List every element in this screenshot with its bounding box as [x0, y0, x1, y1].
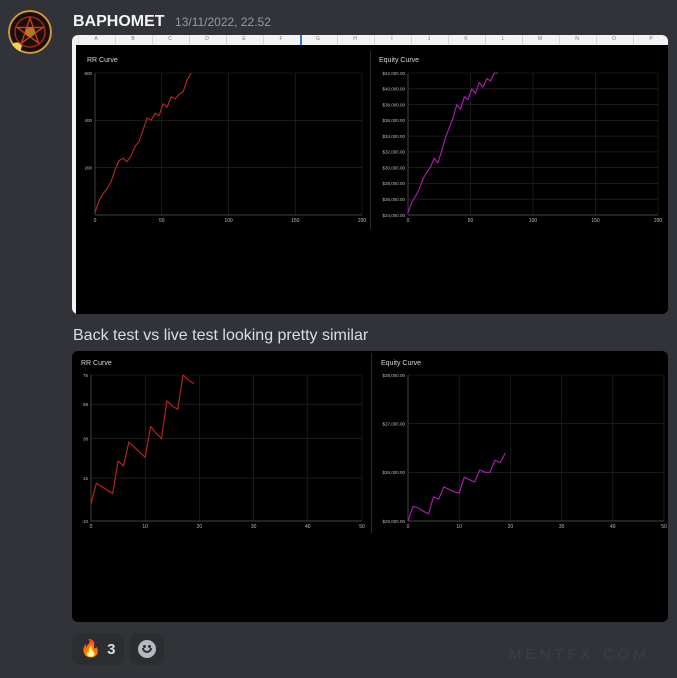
x-tick-label: 10: [456, 524, 462, 530]
x-tick-label: 40: [610, 524, 616, 530]
y-tick-label: $28,000.00: [382, 181, 405, 186]
equity-curve-chart: 0 10 20 30 40 50 $25,000.00 $26,000.00 $27,000.0…: [382, 373, 667, 530]
y-tick-label: $24,000.00: [382, 213, 405, 218]
image-attachment-livetest[interactable]: RR Curve Equity Curve 0 10 20 30 40 50 -10 15 38…: [72, 351, 668, 622]
username[interactable]: BAPHOMET: [73, 13, 165, 30]
watermark: MENTFX.COM: [509, 646, 650, 663]
series-line: [407, 72, 498, 213]
y-tick-label: $30,000.00: [382, 165, 405, 170]
x-tick-label: 30: [559, 524, 565, 530]
user-avatar[interactable]: [8, 10, 52, 54]
image-attachment-backtest[interactable]: ABCDEFGHIJKLMNOP RR Curve Equity Curve 0…: [72, 35, 668, 314]
fire-icon: 🔥: [80, 639, 102, 658]
x-tick-label: 0: [407, 524, 410, 530]
add-reaction-button[interactable]: [129, 633, 164, 665]
reaction-count: 3: [107, 640, 116, 658]
y-tick-label: $40,000.00: [382, 87, 405, 92]
y-tick-label: $36,000.00: [382, 118, 405, 123]
y-tick-label: $27,000.00: [382, 421, 405, 426]
x-tick-label: 150: [591, 218, 600, 224]
y-tick-label: $34,000.00: [382, 134, 405, 139]
timestamp: 13/11/2022, 22.52: [175, 15, 271, 29]
x-tick-label: 200: [654, 218, 663, 224]
y-tick-label: $42,000.00: [382, 71, 405, 76]
x-tick-label: 0: [407, 218, 410, 224]
y-tick-label: $32,000.00: [382, 150, 405, 155]
x-tick-label: 20: [508, 524, 514, 530]
y-tick-label: $28,000.00: [382, 373, 405, 378]
equity-curve-chart: 0 50 100 150 200 $24,000.00 $26,000.00 $28,000.…: [382, 71, 663, 224]
x-tick-label: 100: [529, 218, 538, 224]
x-tick-label: 50: [468, 218, 474, 224]
add-reaction-icon: [137, 640, 156, 658]
fire-reaction-button[interactable]: 🔥 3: [72, 633, 124, 665]
y-tick-label: $38,000.00: [382, 102, 405, 107]
y-tick-label: $26,000.00: [382, 197, 405, 202]
series-line: [407, 452, 506, 522]
x-tick-label: 50: [661, 524, 667, 530]
message-header: BAPHOMET 13/11/2022, 22.52: [73, 13, 271, 31]
message-text: Back test vs live test looking pretty si…: [73, 327, 369, 344]
y-tick-label: $25,000.00: [382, 519, 405, 524]
y-tick-label: $26,000.00: [382, 470, 405, 475]
pentagram-icon: [8, 10, 52, 54]
reactions-bar: 🔥 3: [72, 633, 164, 665]
